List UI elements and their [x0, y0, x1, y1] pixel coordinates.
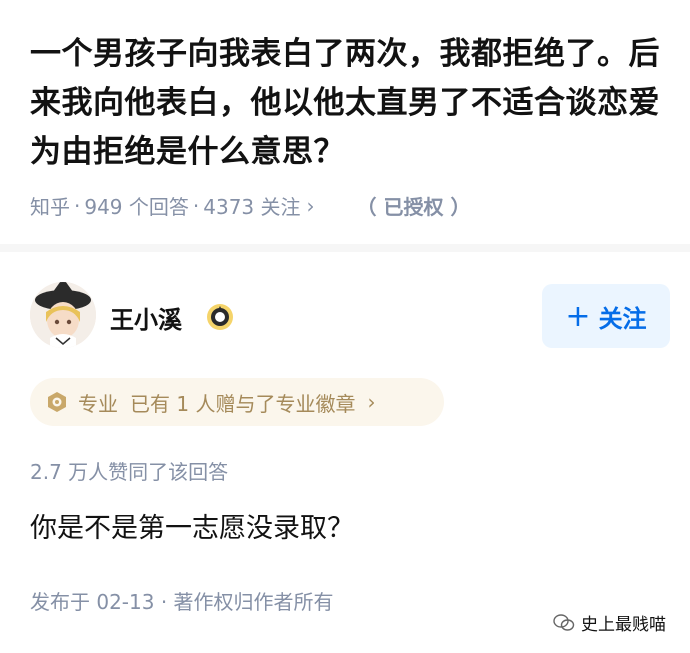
meta-separator: · [74, 193, 81, 218]
answer-content[interactable]: 你是不是第一志愿没录取？ [30, 506, 354, 545]
follow-button-label: 关注 [598, 304, 647, 333]
answer-footer: 发布于 02-13 · 著作权归作者所有 [30, 590, 334, 614]
agree-count: 2.7 万人赞同了该回答 [30, 460, 229, 484]
question-meta: 知乎 · 949 个回答 · 4373 关注 › （ 已授权 ） [30, 191, 670, 220]
professional-badge-pill[interactable]: 专业 已有 1 人赠与了专业徽章 › [30, 378, 444, 426]
medal-icon [48, 392, 66, 412]
answer-count[interactable]: 949 个回答 [84, 191, 189, 220]
watermark: 史上最贱喵 [553, 610, 666, 635]
plus-icon: + [565, 298, 591, 334]
question-title[interactable]: 一个男孩子向我表白了两次，我都拒绝了。后来我向他表白，他以他太直男了不适合谈恋爱… [30, 30, 670, 177]
chevron-right-icon[interactable]: › [307, 194, 315, 218]
badge-text: 已有 1 人赠与了专业徽章 [130, 391, 356, 416]
chevron-right-icon: › [367, 390, 376, 414]
wechat-icon [553, 613, 575, 631]
follow-count[interactable]: 4373 关注 [203, 191, 300, 220]
platform-label: 知乎 [30, 195, 70, 219]
section-divider [0, 244, 690, 252]
watermark-text: 史上最贱喵 [581, 615, 666, 635]
authorized-label: （ 已授权 ） [356, 195, 471, 219]
question-header: 一个男孩子向我表白了两次，我都拒绝了。后来我向他表白，他以他太直男了不适合谈恋爱… [30, 30, 670, 220]
follow-button[interactable]: + 关注 [542, 284, 670, 348]
avatar[interactable] [30, 282, 96, 348]
meta-separator: · [192, 193, 200, 218]
badge-label: 专业 [78, 391, 118, 416]
author-name[interactable]: 王小溪 [110, 300, 182, 335]
creator-level-badge-icon [205, 302, 235, 332]
author-row: 王小溪 + 关注 [30, 282, 670, 350]
